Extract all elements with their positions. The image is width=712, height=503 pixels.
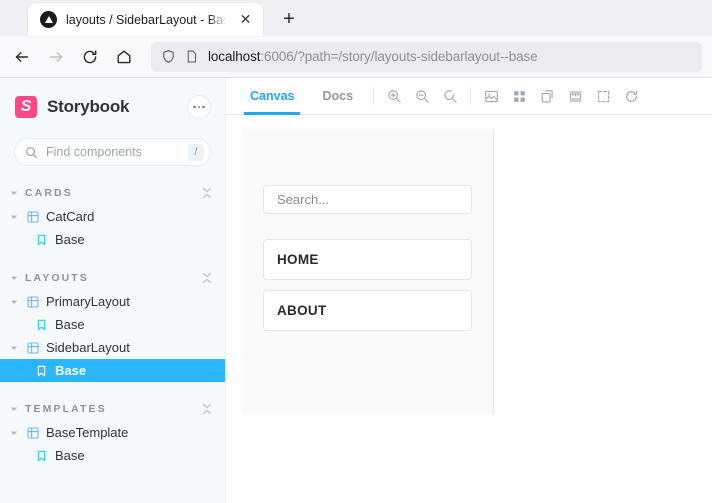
tree-group-label: TEMPLATES [25, 402, 107, 415]
tree-story-base[interactable]: Base [0, 228, 225, 251]
storybook-main: Canvas Docs Search... HOME ABOUT [225, 78, 712, 503]
preview-toolbar: Canvas Docs [226, 78, 712, 115]
story-icon [35, 449, 48, 462]
component-icon [26, 295, 39, 308]
zoom-reset-icon[interactable] [436, 78, 464, 114]
search-shortcut-badge: / [188, 143, 204, 161]
tree-group-label: LAYOUTS [25, 271, 89, 284]
search-icon [26, 146, 37, 158]
toolbar-divider-2 [470, 87, 472, 105]
browser-tabstrip: layouts / SidebarLayout - Base ✕ + [0, 0, 712, 36]
chevron-down-icon[interactable] [9, 429, 19, 437]
tree-story-base[interactable]: Base [0, 444, 225, 467]
demo-nav-about[interactable]: ABOUT [263, 290, 472, 331]
page-icon [187, 50, 197, 63]
url-host: localhost [208, 49, 261, 64]
chevron-down-icon[interactable] [9, 344, 19, 352]
tree-item-label: PrimaryLayout [46, 294, 130, 309]
url-bar[interactable]: localhost:6006/?path=/story/layouts-side… [151, 41, 702, 72]
tree-group-spacer [0, 251, 225, 265]
tree-item-label: Base [55, 232, 85, 247]
storybook-app: S Storybook Find components / CARDS CatCa… [0, 78, 712, 503]
new-tab-button[interactable]: + [274, 4, 304, 34]
zoom-out-icon[interactable] [408, 78, 436, 114]
demo-search-input[interactable]: Search... [263, 185, 472, 214]
component-icon [26, 426, 39, 439]
tree-group-header-templates[interactable]: TEMPLATES [0, 396, 225, 421]
tree-item-label: BaseTemplate [46, 425, 129, 440]
shield-icon [163, 50, 174, 63]
storybook-logo-icon[interactable]: S [15, 96, 37, 118]
tree-item-label: Base [55, 317, 85, 332]
chevron-down-icon[interactable] [9, 189, 19, 197]
tree-item-label: CatCard [46, 209, 95, 224]
tree-group-header-cards[interactable]: CARDS [0, 180, 225, 205]
chevron-down-icon[interactable] [9, 274, 19, 282]
tab-canvas[interactable]: Canvas [236, 78, 308, 115]
sidebar-menu-button[interactable] [187, 95, 211, 119]
tree-story-base[interactable]: Base [0, 313, 225, 336]
tree-group-label: CARDS [25, 186, 73, 199]
story-icon [35, 318, 48, 331]
chevron-down-icon[interactable] [9, 213, 19, 221]
search-placeholder: Find components [46, 145, 142, 159]
tree-story-base[interactable]: Base [0, 359, 225, 382]
component-tree: CARDS CatCard Base LAYOUTS PrimaryLayout Base… [0, 180, 225, 503]
url-text: localhost:6006/?path=/story/layouts-side… [208, 49, 538, 64]
refresh-icon[interactable] [617, 78, 645, 114]
theme-icon[interactable] [533, 78, 561, 114]
backgrounds-icon[interactable] [477, 78, 505, 114]
outline-icon[interactable] [589, 78, 617, 114]
grid-icon[interactable] [505, 78, 533, 114]
chevron-down-icon[interactable] [9, 298, 19, 306]
story-icon [35, 364, 48, 377]
reload-icon[interactable] [74, 41, 106, 73]
storybook-favicon-icon [40, 11, 57, 28]
browser-navbar: localhost:6006/?path=/story/layouts-side… [0, 36, 712, 78]
tree-group-spacer [0, 382, 225, 396]
tree-group-header-layouts[interactable]: LAYOUTS [0, 265, 225, 290]
zoom-in-icon[interactable] [380, 78, 408, 114]
tree-item-label: Base [55, 363, 87, 378]
close-icon[interactable]: ✕ [236, 10, 255, 29]
tree-component-catcard[interactable]: CatCard [0, 205, 225, 228]
collapse-all-icon[interactable] [201, 187, 213, 199]
back-arrow-icon[interactable] [6, 41, 38, 73]
toolbar-divider [373, 87, 375, 105]
collapse-all-icon[interactable] [201, 272, 213, 284]
search-input[interactable]: Find components / [14, 138, 211, 166]
url-path: :6006/?path=/story/layouts-sidebarlayout… [260, 49, 538, 64]
storybook-sidebar: S Storybook Find components / CARDS CatCa… [0, 78, 225, 503]
tab-docs[interactable]: Docs [308, 78, 367, 114]
tree-component-basetemplate[interactable]: BaseTemplate [0, 421, 225, 444]
component-icon [26, 210, 39, 223]
demo-sidebar-layout: Search... HOME ABOUT [242, 129, 494, 414]
tree-item-label: SidebarLayout [46, 340, 130, 355]
browser-window: layouts / SidebarLayout - Base ✕ + local… [0, 0, 712, 503]
tree-component-primarylayout[interactable]: PrimaryLayout [0, 290, 225, 313]
browser-tab[interactable]: layouts / SidebarLayout - Base ✕ [28, 3, 263, 36]
collapse-all-icon[interactable] [201, 403, 213, 415]
sidebar-brand-row: S Storybook [0, 92, 225, 122]
chevron-down-icon[interactable] [9, 405, 19, 413]
story-preview: Search... HOME ABOUT [226, 115, 712, 503]
demo-nav-home[interactable]: HOME [263, 239, 472, 280]
forward-arrow-icon [40, 41, 72, 73]
measure-icon[interactable] [561, 78, 589, 114]
component-icon [26, 341, 39, 354]
home-icon[interactable] [108, 41, 140, 73]
tree-component-sidebarlayout[interactable]: SidebarLayout [0, 336, 225, 359]
story-icon [35, 233, 48, 246]
browser-tab-title: layouts / SidebarLayout - Base [66, 12, 227, 27]
tree-item-label: Base [55, 448, 85, 463]
brand-name: Storybook [47, 97, 130, 116]
